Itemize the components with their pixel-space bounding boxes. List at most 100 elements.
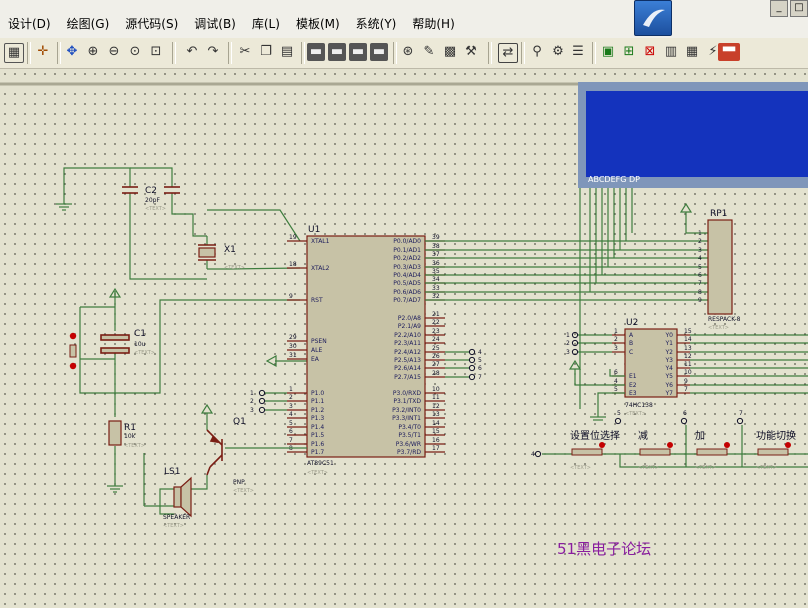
push-button[interactable] <box>571 448 603 456</box>
undo-icon[interactable]: ↶ <box>183 43 201 61</box>
u2-pin-number: 15 <box>684 328 692 335</box>
zoom-out-icon[interactable]: ⊖ <box>105 43 123 61</box>
terminal-node[interactable] <box>468 348 476 356</box>
wire-autorouter-icon[interactable]: ⇄ <box>498 43 518 63</box>
u1-pin-number: 39 <box>432 234 440 241</box>
terminal-node[interactable] <box>680 417 688 425</box>
p1-terminals: 12 3 <box>250 389 287 414</box>
u1-pin-name: P0.2/AD2 <box>393 255 421 262</box>
terminal-node[interactable] <box>468 373 476 381</box>
zoom-all-icon[interactable]: ⊙ <box>126 43 144 61</box>
remove-sheet-icon[interactable]: ⊞ <box>620 43 638 61</box>
x1-crystal[interactable] <box>198 244 216 261</box>
schematic-canvas[interactable]: ABCDEFG DP C2 20pF <TEXT> X1 <TEXT> C1 1… <box>0 69 808 608</box>
u2-pin-number: 7 <box>684 386 688 393</box>
push-button[interactable] <box>757 448 789 456</box>
u1-pin-name: P3.4/T0 <box>398 424 421 431</box>
terminal-node[interactable] <box>468 364 476 372</box>
button-group: 设置位选择 <TEXT> 4 减 <TEXT> 5 加 <TEXT> 6 功能切换 <TEXT> 7 <box>531 410 796 471</box>
ls1-speaker[interactable] <box>173 476 192 518</box>
rp1-ref: RP1 <box>710 209 727 219</box>
terminal-node[interactable] <box>571 348 579 356</box>
u1-pin-number: 34 <box>432 276 440 283</box>
menu-debug[interactable]: 调试(B) <box>186 14 244 34</box>
terminal-node[interactable] <box>258 406 266 414</box>
search-icon[interactable]: ⚲ <box>528 43 546 61</box>
menu-help[interactable]: 帮助(H) <box>404 14 462 34</box>
terminal-label: 3 <box>250 407 254 414</box>
u1-ref: U1 <box>308 225 320 235</box>
u2-right-pins: 15 Y0 14 Y1 13 Y2 12 Y3 11 Y4 10 Y5 9 Y6 7 Y7 <box>665 328 808 397</box>
block-copy-icon[interactable]: ▬ <box>307 43 325 61</box>
push-button[interactable] <box>696 448 728 456</box>
make-device-icon[interactable]: ✎ <box>420 43 438 61</box>
block-delete-icon[interactable]: ▬ <box>370 43 388 61</box>
button-text: <TEXT> <box>756 465 777 471</box>
minimize-button[interactable]: _ <box>770 0 788 17</box>
menu-bar: 设计(D) 绘图(G) 源代码(S) 调试(B) 库(L) 模板(M) 系统(Y… <box>0 0 808 39</box>
origin-icon[interactable]: ✛ <box>34 43 52 61</box>
property-assignment-icon[interactable]: ⚙ <box>549 43 567 61</box>
lcd-screen <box>586 91 808 177</box>
cut-icon[interactable]: ✂ <box>236 43 254 61</box>
electrical-rules-icon[interactable]: ▦ <box>683 43 701 61</box>
u1-pin-name: P0.1/AD1 <box>393 247 421 254</box>
menu-library[interactable]: 库(L) <box>244 14 288 34</box>
menu-system[interactable]: 系统(Y) <box>348 14 405 34</box>
block-move-icon[interactable]: ▬ <box>328 43 346 61</box>
paste-icon[interactable]: ▤ <box>278 43 296 61</box>
zoom-area-icon[interactable]: ⊡ <box>147 43 165 61</box>
maximize-button[interactable]: □ <box>790 0 808 17</box>
c2-value: 20pF <box>145 197 160 204</box>
pan-icon[interactable]: ✥ <box>63 43 81 61</box>
zoom-in-icon[interactable]: ⊕ <box>84 43 102 61</box>
decompose-icon[interactable]: ⚒ <box>462 43 480 61</box>
redo-icon[interactable]: ↷ <box>204 43 222 61</box>
terminal-node[interactable] <box>468 356 476 364</box>
terminal-node[interactable] <box>571 331 579 339</box>
c2-text: <TEXT> <box>145 206 166 212</box>
terminal-node[interactable] <box>534 450 542 458</box>
terminal-label: 1 <box>566 332 570 339</box>
goto-sheet-icon[interactable]: ⊠ <box>641 43 659 61</box>
terminal-node[interactable] <box>571 339 579 347</box>
button-text: <TEXT> <box>638 465 659 471</box>
watermark-text: 51黑电子论坛 <box>557 540 651 558</box>
rp1-resistor-pack[interactable] <box>707 219 733 315</box>
u1-pin-name: P2.7/A15 <box>394 374 421 381</box>
u2-pin-number: 1 <box>614 328 618 335</box>
grid-toggle-icon[interactable]: ▦ <box>4 43 24 63</box>
ls1-ref: LS1 <box>164 467 180 477</box>
block-rotate-icon[interactable]: ▬ <box>349 43 367 61</box>
terminal-node[interactable] <box>258 389 266 397</box>
packaging-icon[interactable]: ▩ <box>441 43 459 61</box>
push-button[interactable] <box>639 448 671 456</box>
menu-draw[interactable]: 绘图(G) <box>59 14 118 34</box>
pick-device-icon[interactable]: ⊛ <box>399 43 417 61</box>
ares-icon[interactable]: ▀▀ <box>718 43 740 61</box>
u2-pin-name: Y3 <box>665 357 674 364</box>
r1-resistor[interactable] <box>108 420 122 446</box>
menu-template[interactable]: 模板(M) <box>288 14 348 34</box>
q1-transistor[interactable] <box>206 429 223 476</box>
schematic-svg: ABCDEFG DP C2 20pF <TEXT> X1 <TEXT> C1 1… <box>0 82 808 558</box>
bill-of-materials-icon[interactable]: ▥ <box>662 43 680 61</box>
new-sheet-icon[interactable]: ▣ <box>599 43 617 61</box>
c1-value: 10u <box>134 341 146 348</box>
menu-design[interactable]: 设计(D) <box>0 14 59 34</box>
u1-pin-name: XTAL1 <box>311 238 330 245</box>
terminal-node[interactable] <box>614 417 622 425</box>
u1-pin-number: 17 <box>432 445 440 452</box>
terminal-node[interactable] <box>736 417 744 425</box>
terminal-node[interactable] <box>258 397 266 405</box>
terminal-label: 4 <box>531 451 535 458</box>
c1-capacitor[interactable] <box>100 334 130 354</box>
toolbar: ▦ ✛ ✥ ⊕ ⊖ ⊙ ⊡ ↶ ↷ ✂ ❐ ▤ ▬ ▬ ▬ ▬ ⊛ ✎ ▩ ⚒ … <box>0 38 808 69</box>
menu-source[interactable]: 源代码(S) <box>117 14 186 34</box>
copy-icon[interactable]: ❐ <box>257 43 275 61</box>
u1-pin-number: 35 <box>432 268 440 275</box>
u1-pin-name: P3.3/INT1 <box>392 415 421 422</box>
reset-button[interactable] <box>69 332 77 370</box>
design-explorer-icon[interactable]: ☰ <box>569 43 587 61</box>
p2-terminals: 456 7 <box>445 348 482 381</box>
